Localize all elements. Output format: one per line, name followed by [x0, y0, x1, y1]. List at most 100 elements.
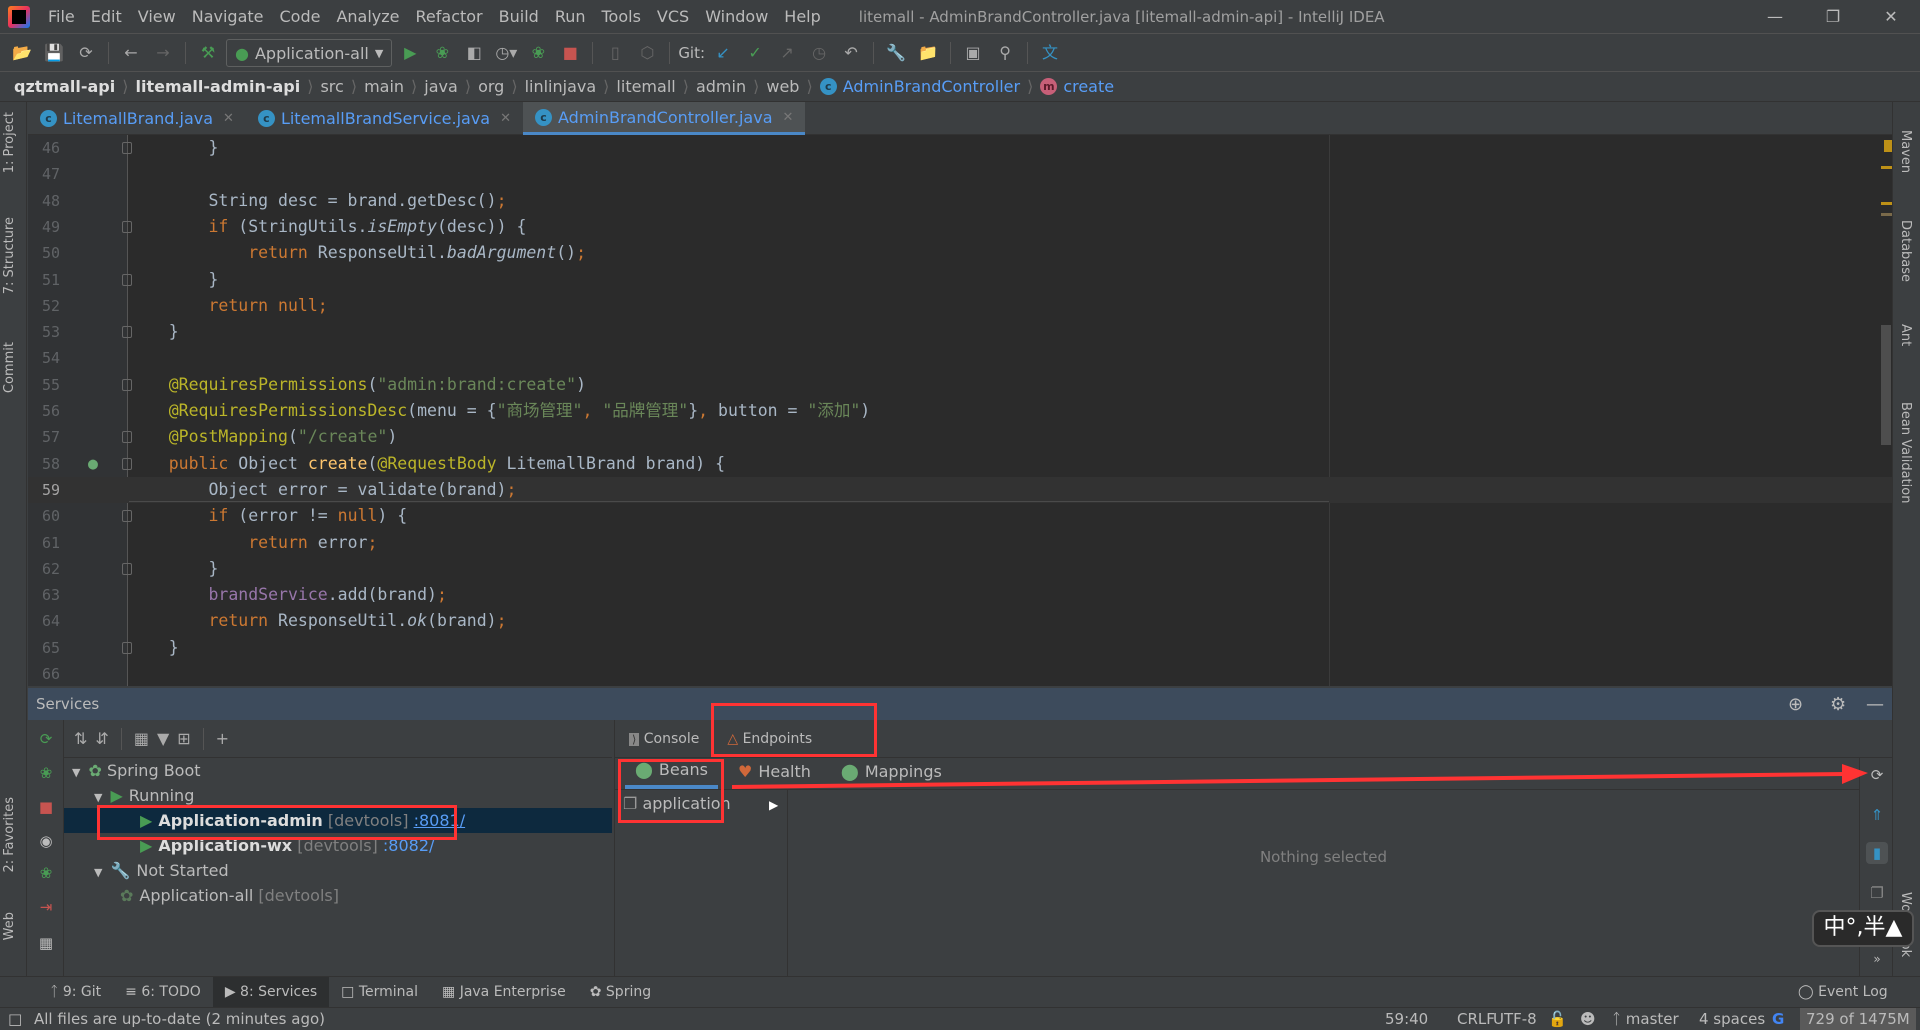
menu-navigate[interactable]: Navigate	[184, 7, 272, 26]
debug-icon[interactable]: ❀	[428, 39, 456, 67]
tab-health[interactable]: ♥ Health	[728, 759, 821, 789]
tool-window-structure[interactable]: 7: Structure	[2, 217, 17, 294]
code-line[interactable]: 65 }	[28, 635, 1892, 661]
bar-chart-icon[interactable]: ▮	[1866, 842, 1888, 864]
line-number[interactable]: 63	[42, 582, 82, 608]
tab-mappings[interactable]: ⬤ Mappings	[831, 759, 952, 789]
close-tab-icon[interactable]: ✕	[783, 110, 794, 125]
menu-view[interactable]: View	[130, 7, 184, 26]
search-icon[interactable]: ⚲	[991, 39, 1019, 67]
breadcrumb-item[interactable]: litemall	[616, 77, 675, 96]
line-number[interactable]: 62	[42, 556, 82, 582]
tool-tab-spring[interactable]: ✿ Spring	[578, 977, 663, 1008]
back-icon[interactable]: ←	[117, 39, 145, 67]
expand-arrow-icon[interactable]: ▼	[94, 866, 102, 879]
restore-button[interactable]: ❐	[1808, 0, 1858, 34]
menu-tools[interactable]: Tools	[594, 7, 649, 26]
line-separator[interactable]: CRLF	[1457, 1008, 1495, 1030]
line-number[interactable]: 53	[42, 319, 82, 345]
menu-vcs[interactable]: VCS	[649, 7, 697, 26]
tree-node-application-admin[interactable]: ▶ Application-admin [devtools] :8081/	[64, 808, 612, 833]
tool-tab-todo[interactable]: ≡ 6: TODO	[113, 977, 213, 1008]
translate-icon[interactable]: 文	[1036, 39, 1064, 67]
close-tab-icon[interactable]: ✕	[500, 111, 511, 126]
tab-litemallbrandservice[interactable]: c LitemallBrandService.java ✕	[246, 102, 523, 135]
menu-build[interactable]: Build	[491, 7, 547, 26]
warning-marker[interactable]	[1881, 213, 1892, 216]
tree-node-not-started[interactable]: ▼ 🔧 Not Started	[64, 858, 612, 883]
open-folder-icon[interactable]: 📂	[8, 39, 36, 67]
upload-scale-icon[interactable]: ⇑	[1866, 804, 1888, 826]
project-structure-icon[interactable]: 📁	[914, 39, 942, 67]
code-line[interactable]: 50 return ResponseUtil.badArgument();	[28, 240, 1892, 266]
group-by-icon[interactable]: ▦	[134, 729, 149, 748]
line-number[interactable]: 47	[42, 161, 82, 187]
camera-icon[interactable]: ◉	[35, 830, 57, 852]
tree-node-running[interactable]: ▼ ▶ Running	[64, 783, 612, 808]
tool-window-web[interactable]: Web	[2, 912, 17, 940]
lock-icon[interactable]: 🔓	[1548, 1008, 1567, 1030]
line-number[interactable]: 58	[42, 451, 82, 477]
code-line[interactable]: 64 return ResponseUtil.ok(brand);	[28, 608, 1892, 634]
close-button[interactable]: ✕	[1866, 0, 1916, 34]
expand-arrow-icon[interactable]: ▼	[94, 791, 102, 804]
code-line[interactable]: 62 }	[28, 556, 1892, 582]
forward-icon[interactable]: →	[149, 39, 177, 67]
warning-marker[interactable]	[1881, 166, 1892, 169]
code-line[interactable]: 49 if (StringUtils.isEmpty(desc)) {	[28, 214, 1892, 240]
gear-icon[interactable]: ⚙	[1830, 694, 1846, 715]
breadcrumb-item[interactable]: web	[766, 77, 799, 96]
expand-right-icon[interactable]: ▶	[769, 798, 778, 812]
tab-endpoints[interactable]: △ Endpoints	[727, 731, 812, 747]
code-line[interactable]: 66	[28, 661, 1892, 686]
line-number[interactable]: 64	[42, 608, 82, 634]
breadcrumb-item[interactable]: qztmall-api	[14, 77, 115, 96]
rerun-icon[interactable]: ⟳	[35, 728, 57, 750]
line-number[interactable]: 50	[42, 240, 82, 266]
profile-icon[interactable]: ◷▾	[492, 39, 520, 67]
tool-window-database[interactable]: Database	[1898, 220, 1913, 282]
code-line[interactable]: 58 ● public Object create(@RequestBody Li…	[28, 451, 1892, 477]
inspector-icon[interactable]: ☻	[1580, 1008, 1596, 1030]
line-number[interactable]: 48	[42, 188, 82, 214]
line-number[interactable]: 59	[42, 477, 82, 503]
run-icon[interactable]: ▶	[396, 39, 424, 67]
indent-setting[interactable]: 4 spaces	[1699, 1008, 1765, 1030]
breadcrumb-item[interactable]: java	[424, 77, 458, 96]
line-number[interactable]: 54	[42, 345, 82, 371]
breadcrumb-item[interactable]: main	[364, 77, 404, 96]
minimize-button[interactable]: —	[1750, 0, 1800, 34]
menu-refactor[interactable]: Refactor	[408, 7, 491, 26]
stop-icon[interactable]: ■	[556, 39, 584, 67]
menu-code[interactable]: Code	[272, 7, 329, 26]
breadcrumb-item[interactable]: linlinjava	[525, 77, 597, 96]
tool-window-favorites[interactable]: 2: Favorites	[2, 797, 17, 873]
caret-position[interactable]: 59:40	[1385, 1008, 1428, 1030]
code-line[interactable]: 56 @RequiresPermissionsDesc(menu = {"商场管…	[28, 398, 1892, 424]
tab-beans[interactable]: ⬤ Beans	[625, 759, 719, 789]
tool-window-project[interactable]: 1: Project	[2, 112, 17, 173]
more-chevron-icon[interactable]: »	[1866, 948, 1888, 970]
attach-debug-icon[interactable]: ❀	[35, 862, 57, 884]
tool-window-commit[interactable]: Commit	[2, 342, 17, 393]
run-anything-icon[interactable]: ▣	[959, 39, 987, 67]
menu-edit[interactable]: Edit	[83, 7, 130, 26]
line-number[interactable]: 49	[42, 214, 82, 240]
status-toggle-icon[interactable]: □	[8, 1008, 22, 1030]
line-number[interactable]: 51	[42, 267, 82, 293]
line-number[interactable]: 57	[42, 424, 82, 450]
stop-icon[interactable]: ■	[35, 796, 57, 818]
settings-wrench-icon[interactable]: 🔧	[882, 39, 910, 67]
run-configuration-select[interactable]: ● Application-all ▼	[226, 39, 393, 67]
rollback-icon[interactable]: ↶	[837, 39, 865, 67]
git-push-icon[interactable]: ↗	[773, 39, 801, 67]
sync-icon[interactable]: ⟳	[72, 39, 100, 67]
ime-status-popup[interactable]: 中°,半▲	[1812, 910, 1914, 947]
spring-endpoint-gutter-icon[interactable]: ●	[88, 451, 98, 477]
breadcrumb-item[interactable]: admin	[696, 77, 746, 96]
code-line[interactable]: 47	[28, 161, 1892, 187]
tool-tab-java-enterprise[interactable]: ▦ Java Enterprise	[430, 977, 578, 1008]
git-commit-icon[interactable]: ✓	[741, 39, 769, 67]
coverage-icon[interactable]: ◧	[460, 39, 488, 67]
code-line[interactable]: 59 Object error = validate(brand);	[28, 476, 1892, 503]
